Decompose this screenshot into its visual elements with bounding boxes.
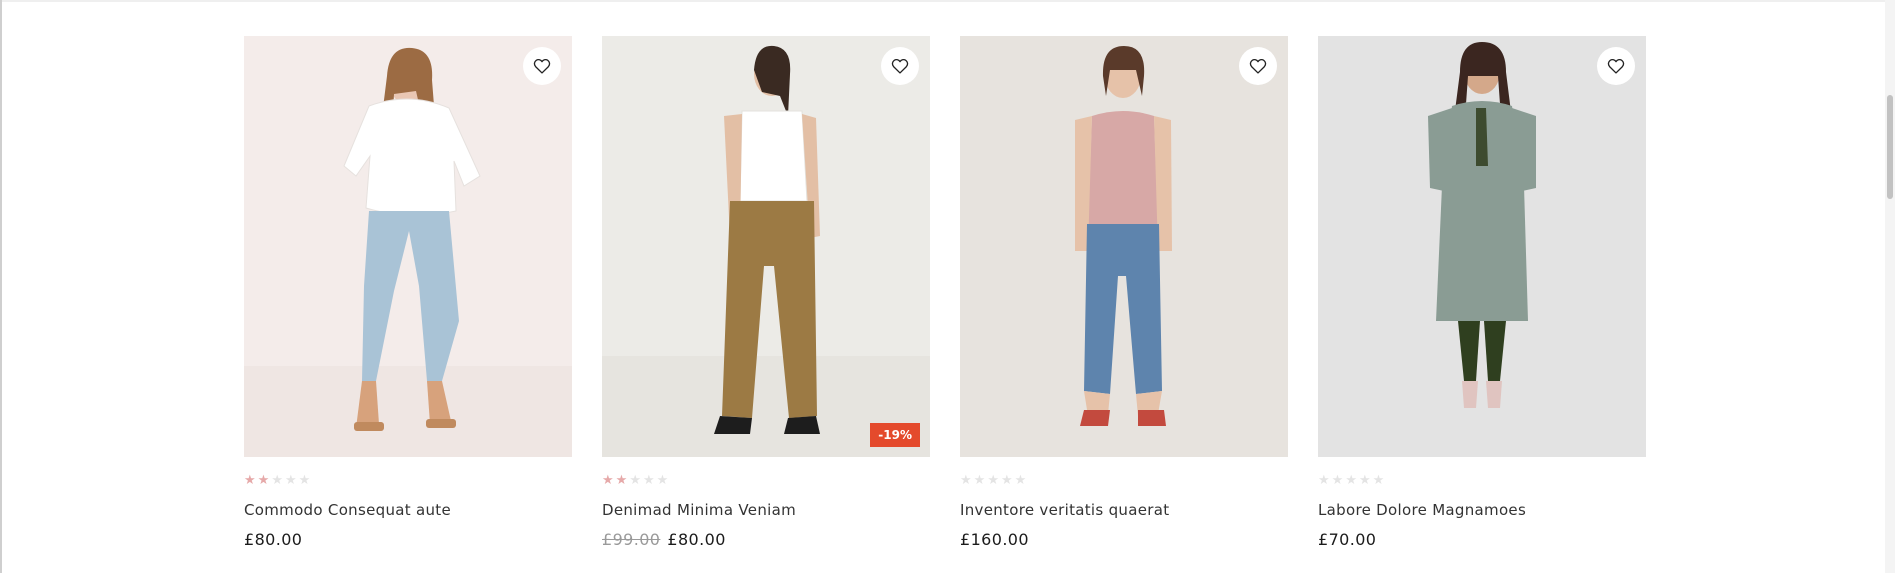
price-row: £99.00 £80.00 <box>602 529 930 551</box>
heart-outline-icon <box>891 58 909 74</box>
product-grid: ★★★★★ Commodo Consequat aute £80.00 <box>244 36 1646 551</box>
wishlist-button[interactable] <box>1597 47 1635 85</box>
product-name[interactable]: Commodo Consequat aute <box>244 500 572 520</box>
star-empty-icon: ★ <box>629 473 641 488</box>
vertical-scrollbar[interactable] <box>1885 0 1895 573</box>
product-card[interactable]: ★ ★ ★ ★ ★ Commodo Consequat aute £80.00 <box>244 36 572 551</box>
star-filled-icon: ★ <box>244 473 256 488</box>
product-card[interactable]: ★ ★ ★ ★ ★ Labore Dolore Magnamoes £70.00 <box>1318 36 1646 551</box>
discount-badge: -19% <box>870 423 920 447</box>
heart-outline-icon <box>1607 58 1625 74</box>
wishlist-button[interactable] <box>881 47 919 85</box>
heart-outline-icon <box>533 58 551 74</box>
product-image[interactable]: -19% <box>602 36 930 457</box>
star-empty-icon: ★ <box>298 473 311 488</box>
product-price: £80.00 <box>244 530 303 549</box>
product-name[interactable]: Inventore veritatis quaerat <box>960 500 1288 520</box>
product-image[interactable] <box>960 36 1288 457</box>
price-row: £80.00 <box>244 529 572 551</box>
product-image[interactable] <box>1318 36 1646 457</box>
product-name[interactable]: Labore Dolore Magnamoes <box>1318 500 1646 520</box>
rating-stars: ★ ★ ★ ★ ★ <box>602 474 930 488</box>
star-empty-icon: ★ <box>642 473 655 488</box>
star-empty-icon: ★ <box>960 473 972 488</box>
wishlist-button[interactable] <box>1239 47 1277 85</box>
price-row: £160.00 <box>960 529 1288 551</box>
star-filled-icon: ★ <box>615 473 628 488</box>
star-empty-icon: ★ <box>1318 473 1330 488</box>
wishlist-button[interactable] <box>523 47 561 85</box>
star-empty-icon: ★ <box>1331 473 1344 488</box>
star-empty-icon: ★ <box>284 473 297 488</box>
star-filled-icon: ★ <box>602 473 614 488</box>
rating-stars: ★ ★ ★ ★ ★ <box>960 474 1288 488</box>
product-card[interactable]: -19% ★ ★ ★ ★ ★ Denimad Minima Veniam £99.00 … <box>602 36 930 551</box>
product-card[interactable]: ★ ★ ★ ★ ★ Inventore veritatis quaerat £160.0… <box>960 36 1288 551</box>
product-name[interactable]: Denimad Minima Veniam <box>602 500 930 520</box>
scrollbar-thumb[interactable] <box>1887 95 1893 199</box>
product-price: £70.00 <box>1318 530 1377 549</box>
star-empty-icon: ★ <box>1014 473 1027 488</box>
product-price: £160.00 <box>960 530 1029 549</box>
product-price: £80.00 <box>667 530 726 549</box>
star-empty-icon: ★ <box>656 473 669 488</box>
product-image[interactable] <box>244 36 572 457</box>
product-listing-page: ★★★★★ Commodo Consequat aute £80.00 <box>0 0 1895 573</box>
star-empty-icon: ★ <box>1345 473 1357 488</box>
rating-stars: ★ ★ ★ ★ ★ <box>1318 474 1646 488</box>
star-empty-icon: ★ <box>987 473 999 488</box>
rating-stars: ★ ★ ★ ★ ★ <box>244 474 572 488</box>
star-empty-icon: ★ <box>271 473 283 488</box>
star-empty-icon: ★ <box>973 473 986 488</box>
star-empty-icon: ★ <box>1372 473 1385 488</box>
star-filled-icon: ★ <box>257 473 270 488</box>
top-divider <box>2 0 1887 2</box>
star-empty-icon: ★ <box>1358 473 1371 488</box>
price-row: £70.00 <box>1318 529 1646 551</box>
heart-outline-icon <box>1249 58 1267 74</box>
star-empty-icon: ★ <box>1000 473 1013 488</box>
old-price: £99.00 <box>602 530 661 549</box>
